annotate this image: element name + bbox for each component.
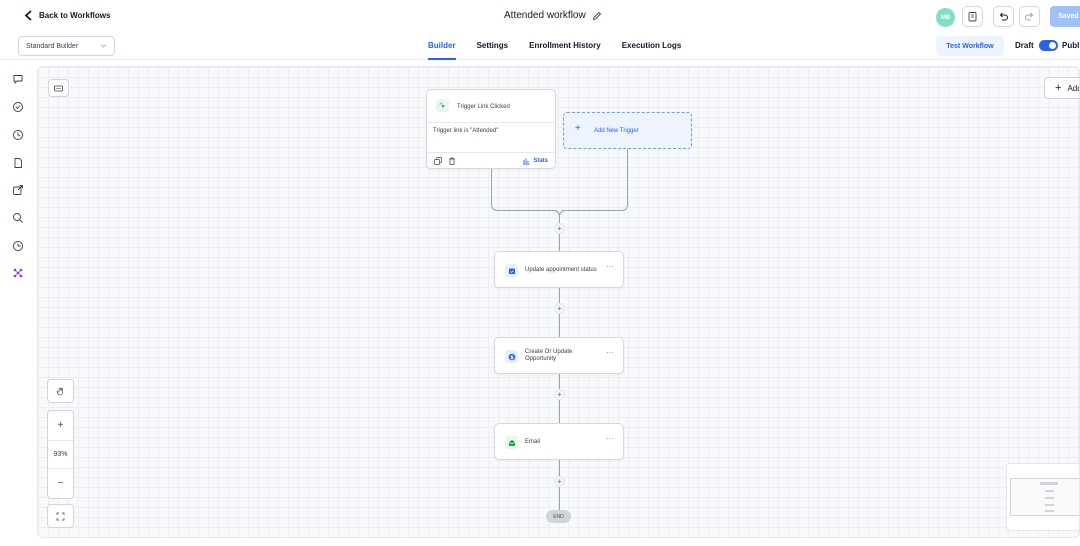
trigger-title: Trigger Link Clicked [457, 104, 510, 110]
more-options-icon[interactable]: ··· [606, 348, 614, 357]
envelope-icon [505, 436, 518, 449]
add-step-button[interactable]: + [554, 223, 565, 234]
saved-button[interactable]: Saved [1050, 6, 1080, 27]
chevron-down-icon [100, 44, 107, 48]
clipboard-icon [968, 12, 977, 22]
minimap-node [1040, 482, 1058, 485]
add-label: Add [1067, 83, 1079, 93]
action-label: Email [525, 439, 541, 445]
pencil-icon[interactable] [592, 11, 602, 21]
stats-link[interactable]: Stats [522, 157, 548, 165]
add-step-button[interactable]: + [554, 389, 565, 400]
undo-button[interactable] [993, 6, 1014, 27]
divider [427, 122, 555, 123]
fit-view-button[interactable] [47, 504, 74, 528]
tab-settings[interactable]: Settings [477, 33, 509, 60]
add-new-trigger-button[interactable]: + Add New Trigger [563, 112, 692, 149]
zoom-level: 93% [48, 440, 73, 469]
tab-execution-logs[interactable]: Execution Logs [622, 33, 682, 60]
divider [427, 152, 555, 153]
builder-select[interactable]: Standard Builder [18, 36, 115, 56]
back-to-workflows-link[interactable]: Back to Workflows [24, 10, 110, 21]
connector-line [627, 149, 628, 206]
connector-line [562, 210, 622, 211]
sub-bar: Standard Builder Builder Settings Enroll… [0, 33, 1080, 60]
left-sidebar [0, 60, 37, 546]
tab-bar: Builder Settings Enrollment History Exec… [428, 33, 702, 60]
action-label: Update appointment status [525, 267, 597, 273]
check-circle-icon[interactable] [12, 100, 24, 112]
zoom-out-button[interactable]: − [48, 469, 73, 498]
zoom-controls: + 93% − [47, 410, 74, 499]
stats-label: Stats [533, 158, 548, 164]
action-label: Create Or Update Opportunity [525, 349, 573, 362]
end-marker: END [546, 510, 571, 523]
trash-icon[interactable] [448, 157, 456, 165]
action-node-opportunity[interactable]: $ Create Or Update Opportunity ··· [494, 337, 624, 374]
trigger-node[interactable]: Trigger Link Clicked Trigger link is "At… [426, 89, 556, 169]
time-icon[interactable] [12, 239, 24, 251]
more-options-icon[interactable]: ··· [606, 434, 614, 443]
copy-icon[interactable] [434, 157, 442, 165]
workflow-title-area[interactable]: Attended workflow [504, 10, 602, 21]
tab-builder[interactable]: Builder [428, 33, 456, 60]
workflow-canvas[interactable]: + Add Trigger Link Clicked Trigger link … [37, 66, 1080, 538]
connector-curve [491, 204, 499, 211]
workflow-icon[interactable] [12, 266, 24, 278]
publish-label: Publi [1062, 41, 1080, 50]
action-node-email[interactable]: Email ··· [494, 423, 624, 460]
history-icon[interactable] [12, 128, 24, 140]
connector-line [491, 169, 492, 206]
bar-chart-icon [523, 158, 530, 165]
chat-icon[interactable] [12, 72, 24, 85]
undo-icon [999, 12, 1008, 21]
add-button[interactable]: + Add [1044, 77, 1079, 99]
calendar-icon [505, 264, 518, 277]
minimap[interactable] [1006, 463, 1079, 531]
minimap-node [1045, 510, 1054, 512]
add-step-button[interactable]: + [554, 476, 565, 487]
minimap-node [1045, 497, 1054, 499]
document-icon[interactable] [12, 156, 24, 168]
zoom-in-button[interactable]: + [48, 411, 73, 440]
connector-curve [559, 210, 566, 217]
chevron-left-icon [24, 10, 32, 21]
avatar[interactable]: MB [936, 8, 955, 27]
workflow-title: Attended workflow [504, 10, 586, 21]
publish-toggle[interactable] [1039, 40, 1058, 51]
minimap-node [1045, 504, 1054, 506]
clipboard-button[interactable] [962, 6, 983, 27]
test-workflow-button[interactable]: Test Workflow [936, 36, 1004, 56]
hand-icon [56, 387, 63, 395]
minimap-node [1045, 490, 1054, 492]
connector-curve [621, 204, 628, 211]
draft-label: Draft [1015, 41, 1034, 50]
cursor-click-icon [436, 99, 449, 112]
svg-text:$: $ [510, 355, 514, 361]
top-bar: Back to Workflows Attended workflow MB S… [0, 0, 1080, 33]
keyboard-icon [54, 85, 63, 91]
external-link-icon[interactable] [12, 183, 24, 195]
search-icon[interactable] [12, 211, 24, 223]
expand-icon [56, 512, 65, 520]
add-step-button[interactable]: + [554, 303, 565, 314]
plus-icon: + [1055, 81, 1062, 94]
dollar-icon: $ [505, 350, 518, 363]
plus-icon: + [575, 123, 581, 134]
connector-line [497, 210, 557, 211]
trigger-condition: Trigger link is "Attended" [433, 128, 499, 134]
back-label: Back to Workflows [39, 11, 111, 20]
tab-enrollment-history[interactable]: Enrollment History [529, 33, 601, 60]
canvas-menu-button[interactable] [48, 79, 69, 97]
redo-button[interactable] [1019, 6, 1040, 27]
add-new-trigger-label: Add New Trigger [594, 128, 639, 134]
redo-icon [1025, 12, 1034, 21]
more-options-icon[interactable]: ··· [606, 262, 614, 271]
pan-tool-button[interactable] [47, 379, 74, 403]
action-node-update-appointment[interactable]: Update appointment status ··· [494, 251, 624, 288]
builder-select-value: Standard Builder [26, 42, 79, 50]
